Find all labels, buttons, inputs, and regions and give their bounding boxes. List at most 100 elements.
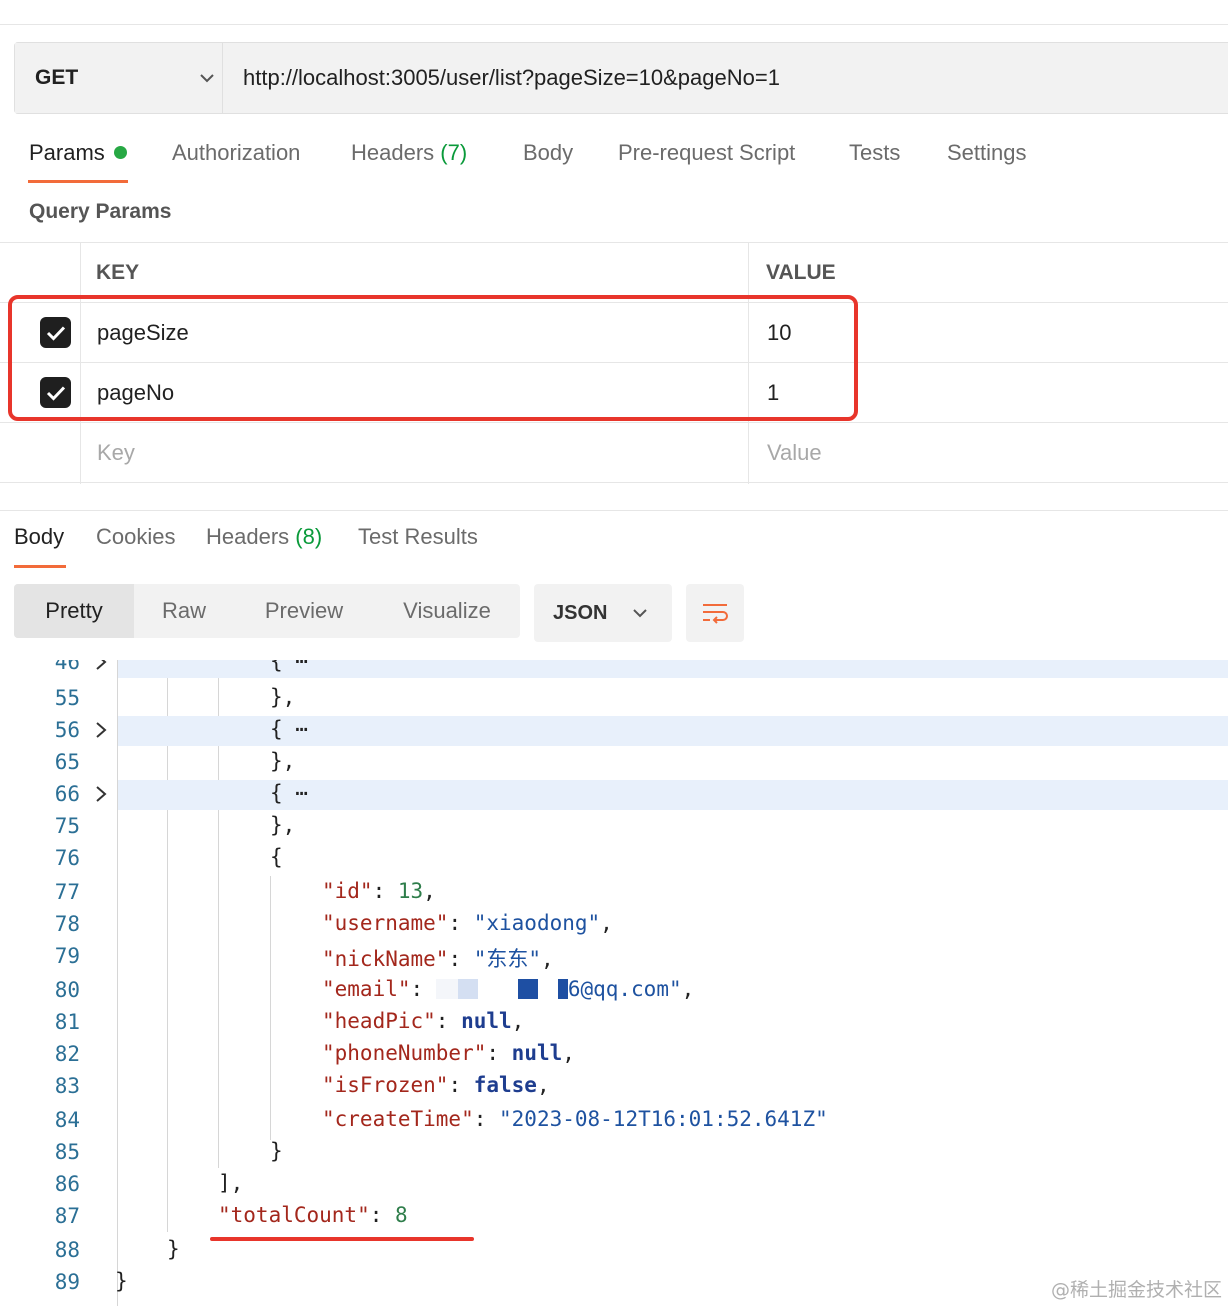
chevron-right-icon[interactable] [92,784,110,804]
table-row-empty: Key Value [0,423,1228,483]
code-line: 78 "username": "xiaodong", [0,908,1228,940]
code-line: 81 "headPic": null, [0,1006,1228,1038]
code-line: 65 }, [0,746,1228,778]
chevron-down-icon [192,73,222,83]
param-checkbox[interactable] [40,317,71,348]
code-line: 75 }, [0,810,1228,842]
json-key: "headPic" [322,1009,436,1033]
tab-tests[interactable]: Tests [849,140,900,166]
tab-headers[interactable]: Headers (7) [351,140,467,166]
line-number: 82 [54,1042,80,1066]
code-line: 77 "id": 13, [0,876,1228,908]
collapsed-object[interactable]: { ⋯ [270,717,308,741]
param-checkbox[interactable] [40,377,71,408]
json-key: "phoneNumber" [322,1041,487,1065]
line-number: 55 [54,686,80,710]
wrap-icon [703,604,728,624]
line-number: 80 [54,978,80,1002]
chevron-right-icon[interactable] [92,720,110,740]
response-tab-body[interactable]: Body [14,524,64,550]
json-null: null [461,1009,512,1033]
value-column-header: VALUE [766,260,836,284]
checkmark-icon [46,325,65,341]
collapsed-object[interactable]: { ⋯ [270,781,308,805]
checkmark-icon [46,385,65,401]
chevron-right-icon[interactable] [92,660,110,672]
redaction-mask [517,979,538,999]
url-input[interactable]: http://localhost:3005/user/list?pageSize… [223,43,1228,113]
active-tab-underline [28,180,128,183]
code-line: 82 "phoneNumber": null, [0,1038,1228,1070]
json-string: "2023-08-12T16:01:52.641Z" [499,1107,828,1131]
new-key-input[interactable]: Key [97,423,135,482]
watermark: @稀土掘金技术社区 [1050,1279,1222,1301]
view-pretty[interactable]: Pretty [14,584,134,638]
line-number: 76 [54,846,80,870]
json-key: "isFrozen" [322,1073,449,1097]
json-string: "xiaodong" [473,911,601,935]
request-tabs: Params Authorization Headers (7) Body Pr… [0,128,1228,184]
params-header-row: KEY VALUE [0,243,1228,303]
response-divider [0,510,1228,511]
line-number: 75 [54,814,80,838]
code-text: ], [218,1171,244,1195]
param-value[interactable]: 10 [767,303,791,362]
response-tab-test-results[interactable]: Test Results [358,524,478,550]
line-number: 84 [54,1108,80,1132]
response-headers-label: Headers [206,524,290,549]
json-key: "username" [322,911,449,935]
json-key: "createTime" [322,1107,474,1131]
method-label: GET [35,66,79,89]
code-text: }, [270,685,296,709]
tab-body[interactable]: Body [523,140,573,166]
json-string: "东东" [473,947,542,971]
param-value[interactable]: 1 [767,363,779,422]
line-number: 87 [54,1204,80,1228]
code-line: 80 "email": 6@qq.com", [0,974,1228,1006]
table-row: pageSize 10 [0,303,1228,363]
redaction-mask [457,979,478,999]
response-tab-headers[interactable]: Headers (8) [206,524,322,550]
wrap-lines-button[interactable] [686,584,744,642]
table-row: pageNo 1 [0,363,1228,423]
response-tab-cookies[interactable]: Cookies [96,524,175,550]
param-key[interactable]: pageSize [97,303,189,362]
format-select[interactable]: JSON [534,584,672,642]
view-mode-switcher: Pretty Raw Preview Visualize [14,584,520,638]
method-select[interactable]: GET [15,43,223,113]
json-key: "email" [322,977,411,1001]
code-line: 85 } [0,1136,1228,1168]
code-text: } [167,1237,180,1261]
tab-prerequest-script[interactable]: Pre-request Script [618,140,795,166]
tab-settings[interactable]: Settings [947,140,1027,166]
code-line: 56 { ⋯ [0,714,1228,746]
line-number: 46 [54,660,80,674]
collapsed-object[interactable]: { ⋯ [270,660,308,673]
code-line: 66 { ⋯ [0,778,1228,810]
top-divider [0,24,1228,25]
code-text: }, [270,749,296,773]
view-preview[interactable]: Preview [234,584,374,638]
code-line: 84 "createTime": "2023-08-12T16:01:52.64… [0,1104,1228,1136]
new-value-input[interactable]: Value [767,423,822,482]
line-number: 81 [54,1010,80,1034]
chevron-down-icon [633,609,647,618]
line-number: 89 [54,1270,80,1294]
code-line: 88 } [0,1234,1228,1266]
json-key: "nickName" [322,947,449,971]
view-visualize[interactable]: Visualize [374,584,520,638]
tab-authorization[interactable]: Authorization [172,140,300,166]
response-body-viewer: 46 { ⋯ 55 }, 56 { ⋯ 65 }, 66 { ⋯ 75 }, 7… [0,660,1228,1306]
params-active-dot [113,146,127,159]
param-key[interactable]: pageNo [97,363,174,422]
annotation-underline [210,1237,474,1241]
line-number: 65 [54,750,80,774]
tab-params[interactable]: Params [29,140,127,166]
line-number: 77 [54,880,80,904]
code-text: } [270,1139,283,1163]
request-bar: GET http://localhost:3005/user/list?page… [14,42,1228,114]
view-raw[interactable]: Raw [134,584,234,638]
redaction-mask [557,979,568,999]
code-line: 83 "isFrozen": false, [0,1070,1228,1102]
code-line: 76 { [0,842,1228,874]
